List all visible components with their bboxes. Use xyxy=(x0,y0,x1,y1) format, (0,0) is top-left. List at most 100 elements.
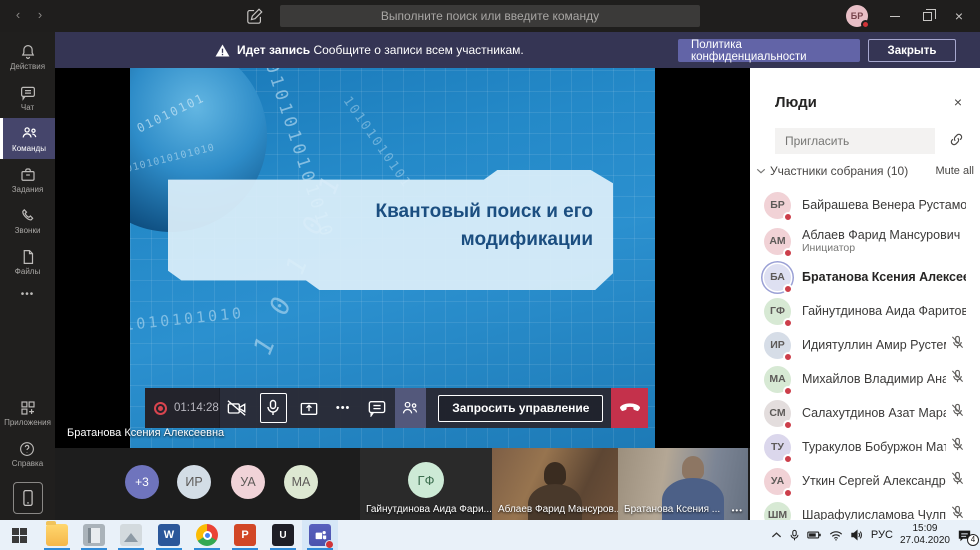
new-chat-icon[interactable] xyxy=(246,7,264,25)
participant-name: Гайнутдинова Аида Фаритовна xyxy=(802,304,966,318)
people-toggle-button[interactable] xyxy=(395,388,427,428)
filmstrip-avatar[interactable]: МА xyxy=(284,465,318,499)
camera-off-icon xyxy=(226,398,248,418)
meeting-control-bar: 01:14:28 ••• Запросить управление xyxy=(145,388,648,428)
sidebar-more-icon[interactable]: ••• xyxy=(0,282,55,306)
mic-muted-icon xyxy=(950,471,966,491)
mic-toggle-button[interactable] xyxy=(260,393,287,423)
sidebar-item-help[interactable]: Справка xyxy=(12,433,43,474)
presence-busy-dot xyxy=(783,318,793,328)
overflow-participants-badge[interactable]: +3 xyxy=(125,465,159,499)
action-center-button[interactable]: 4 xyxy=(957,529,972,542)
forward-icon[interactable]: › xyxy=(32,7,48,22)
participant-video-tile[interactable]: Аблаев Фарид Мансуров... xyxy=(492,448,618,520)
mobile-device-icon xyxy=(21,489,35,507)
more-actions-button[interactable]: ••• xyxy=(327,388,360,428)
powerpoint-icon[interactable]: P xyxy=(234,524,256,546)
share-screen-button[interactable] xyxy=(292,388,327,428)
tray-volume-icon[interactable] xyxy=(850,529,864,541)
back-icon[interactable]: ‹ xyxy=(10,7,26,22)
notebook-app-icon[interactable] xyxy=(83,524,105,546)
mobile-app-button[interactable] xyxy=(13,482,43,514)
chrome-icon[interactable] xyxy=(196,524,218,546)
participant-name: Михайлов Владимир Анато... xyxy=(802,372,946,386)
taskbar-clock[interactable]: 15:09 27.04.2020 xyxy=(900,523,950,548)
record-icon xyxy=(154,402,167,415)
avatar: ИР xyxy=(764,332,791,359)
word-icon[interactable]: W xyxy=(158,524,180,546)
tray-battery-icon[interactable] xyxy=(807,530,822,540)
filmstrip-avatar[interactable]: УА xyxy=(231,465,265,499)
privacy-policy-button[interactable]: Политика конфиденциальности xyxy=(678,39,860,62)
hang-up-icon xyxy=(619,402,641,414)
participants-section-header[interactable]: Участники собрания (10) Mute all xyxy=(756,164,974,178)
sidebar-item-activity[interactable]: Действия xyxy=(0,36,55,77)
participant-row[interactable]: ТУ Туракулов Бобуржон Маър... xyxy=(750,430,980,464)
chevron-down-icon xyxy=(756,167,766,175)
slide-title-plate: Квантовый поиск и его модификации xyxy=(168,170,613,290)
panel-close-icon[interactable]: × xyxy=(948,92,968,112)
chat-toggle-button[interactable] xyxy=(360,388,395,428)
avatar: ТУ xyxy=(764,434,791,461)
participant-row[interactable]: ИР Идиятуллин Амир Рустемо... xyxy=(750,328,980,362)
camera-toggle-button[interactable] xyxy=(220,388,255,428)
sidebar-item-apps[interactable]: Приложения xyxy=(4,392,51,433)
avatar: МА xyxy=(764,366,791,393)
recording-indicator: 01:14:28 xyxy=(145,388,220,428)
sidebar-item-calls[interactable]: Звонки xyxy=(0,200,55,241)
participant-row[interactable]: АМ Аблаев Фарид МансуровичИнициатор xyxy=(750,222,980,260)
hang-up-button[interactable] xyxy=(611,388,648,428)
mute-all-button[interactable]: Mute all xyxy=(935,165,974,177)
sidebar-item-chat[interactable]: Чат xyxy=(0,77,55,118)
filmstrip-avatar[interactable]: ИР xyxy=(177,465,211,499)
help-icon xyxy=(18,440,36,458)
participant-tile[interactable]: ГФ Гайнутдинова Аида Фари... xyxy=(360,448,492,520)
meeting-stage: 0101010101010 10101010101 1 0 1 0 1 1010… xyxy=(55,68,750,520)
teams-icon xyxy=(20,124,39,143)
minimize-button[interactable] xyxy=(880,0,910,32)
participant-video-tile[interactable]: Братанова Ксения ... ••• xyxy=(618,448,748,520)
participant-row[interactable]: БР Байрашева Венера Рустамовна xyxy=(750,188,980,222)
ide-icon[interactable]: U xyxy=(272,524,294,546)
participant-row[interactable]: ГФ Гайнутдинова Аида Фаритовна xyxy=(750,294,980,328)
tray-wifi-icon[interactable] xyxy=(829,530,843,541)
windows-taskbar: W P U xyxy=(0,520,980,550)
start-button[interactable] xyxy=(12,528,27,543)
participant-row[interactable]: УА Уткин Сергей Александров... xyxy=(750,464,980,498)
participant-row[interactable]: БА Братанова Ксения Алексеевна xyxy=(750,260,980,294)
photo-viewer-icon[interactable] xyxy=(120,524,142,546)
presence-busy-dot xyxy=(783,284,793,294)
copy-link-icon[interactable] xyxy=(948,131,965,153)
tray-expand-icon[interactable] xyxy=(771,531,782,539)
notification-count: 4 xyxy=(967,534,979,546)
user-avatar[interactable]: БР xyxy=(846,5,868,27)
search-input[interactable] xyxy=(280,5,700,27)
recording-text: Сообщите о записи всем участникам. xyxy=(313,43,523,57)
tile-more-icon[interactable]: ••• xyxy=(732,506,743,515)
presenter-name-label: Братанова Ксения Алексеевна xyxy=(67,427,224,439)
sidebar-item-assignments[interactable]: Задания xyxy=(0,159,55,200)
restore-button[interactable] xyxy=(912,0,942,32)
phone-icon xyxy=(19,207,37,225)
sidebar-item-files[interactable]: Файлы xyxy=(0,241,55,282)
teams-taskbar-icon[interactable] xyxy=(309,524,331,546)
sidebar-item-teams[interactable]: Команды xyxy=(0,118,55,159)
avatar: СМ xyxy=(764,400,791,427)
tray-time: 15:09 xyxy=(900,523,950,536)
video-silhouette xyxy=(544,462,566,486)
invite-input[interactable] xyxy=(775,128,935,154)
avatar: ГФ xyxy=(408,462,444,498)
mic-icon xyxy=(265,399,281,417)
request-control-button[interactable]: Запросить управление xyxy=(438,395,603,422)
language-indicator[interactable]: РУС xyxy=(871,529,893,541)
presence-busy-dot xyxy=(783,386,793,396)
tray-mic-icon[interactable] xyxy=(789,529,800,542)
close-window-button[interactable]: × xyxy=(944,0,974,32)
app-sidebar: Действия Чат Команды Задания Звонки Файл… xyxy=(0,32,55,520)
participant-row[interactable]: СМ Салахутдинов Азат Марато... xyxy=(750,396,980,430)
file-explorer-icon[interactable] xyxy=(46,524,68,546)
participant-row[interactable]: МА Михайлов Владимир Анато... xyxy=(750,362,980,396)
participant-list: БР Байрашева Венера Рустамовна АМ Аблаев… xyxy=(750,188,980,532)
banner-close-button[interactable]: Закрыть xyxy=(868,39,956,62)
briefcase-icon xyxy=(19,166,37,184)
